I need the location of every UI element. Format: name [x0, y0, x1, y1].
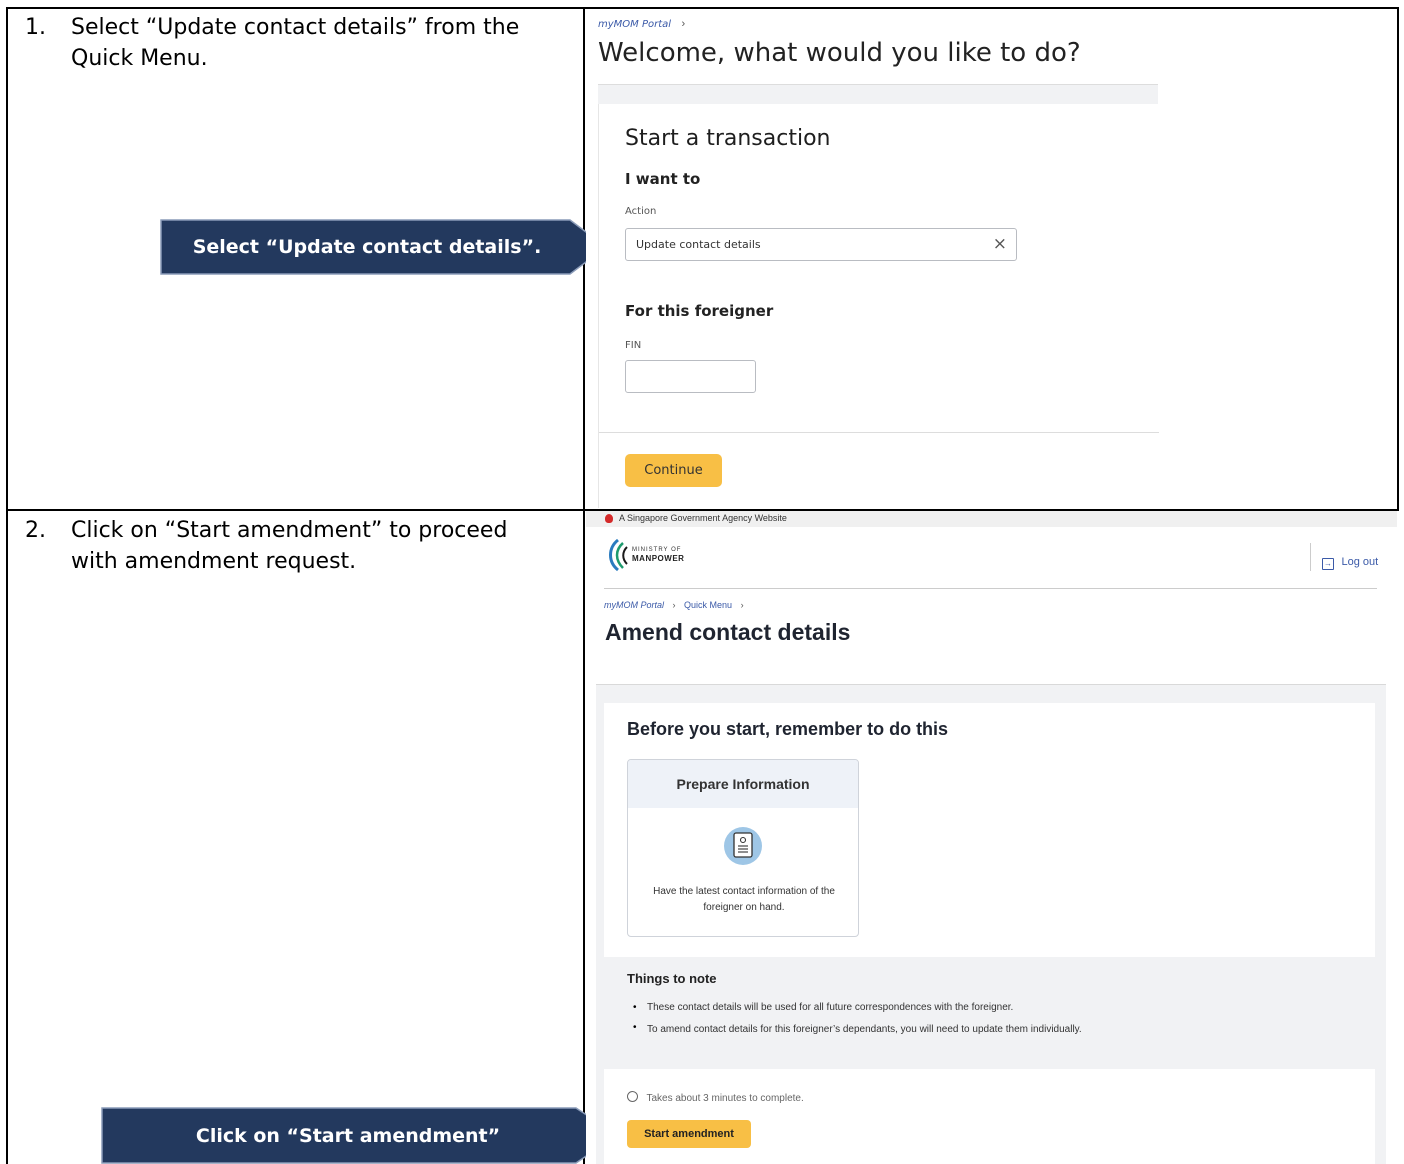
action-label: Action [625, 206, 657, 217]
callout-select-update-label: Select “Update contact details”. [192, 236, 542, 258]
panel1-divider-band [598, 84, 1158, 105]
prepare-information-text: Have the latest contact information of t… [653, 886, 835, 913]
step-1: 1. Select “Update contact details” from … [25, 12, 565, 82]
panel1-screenshot: myMOM Portal › Welcome, what would you l… [586, 10, 1396, 508]
before-you-start-heading: Before you start, remember to do this [627, 719, 949, 739]
gov-lion-icon [605, 514, 613, 523]
panel1-card: Start a transaction I want to Action Upd… [598, 104, 1159, 508]
i-want-to-label: I want to [625, 170, 701, 188]
breadcrumb-mymom[interactable]: myMOM Portal [598, 19, 671, 30]
note-text: To amend contact details for this foreig… [647, 1024, 1082, 1035]
gov-banner: A Singapore Government Agency Website [586, 511, 1397, 527]
panel2-screenshot: A Singapore Government Agency Website MI… [586, 511, 1397, 1164]
things-to-note-band [604, 957, 1375, 1069]
note-text: These contact details will be used for a… [647, 1002, 1014, 1013]
document-icon [724, 827, 762, 865]
logout-label: Log out [1341, 556, 1379, 568]
logout-link[interactable]: → Log out [1322, 552, 1378, 570]
duration-text: Takes about 3 minutes to complete. [646, 1093, 804, 1104]
panel1-breadcrumb[interactable]: myMOM Portal › [598, 14, 685, 32]
header-divider [604, 588, 1377, 589]
logout-divider [1310, 543, 1311, 571]
chevron-right-icon: › [672, 600, 676, 610]
chevron-right-icon: › [740, 600, 744, 610]
start-transaction-heading: Start a transaction [625, 126, 831, 151]
bullet-icon: • [633, 1002, 637, 1013]
breadcrumb-quick-menu[interactable]: Quick Menu [684, 600, 732, 610]
step-1-text: Select “Update contact details” from the… [71, 15, 520, 71]
step-2-number: 2. [25, 518, 46, 543]
callout-start-amendment-label: Click on “Start amendment” [195, 1124, 501, 1147]
foreigner-heading: For this foreigner [625, 302, 774, 320]
fin-input[interactable] [625, 360, 756, 393]
panel2-page-title: Amend contact details [605, 619, 851, 645]
step-2-text: Click on “Start amendment” to proceed wi… [71, 518, 508, 574]
panel2-breadcrumb: myMOM Portal › Quick Menu › [604, 600, 744, 610]
table-border-left [6, 7, 8, 1164]
clock-icon [627, 1091, 638, 1102]
continue-button[interactable]: Continue [625, 454, 722, 487]
duration-row: Takes about 3 minutes to complete. [627, 1088, 804, 1106]
step-2: 2. Click on “Start amendment” to proceed… [25, 515, 565, 585]
gov-banner-text: A Singapore Government Agency Website [619, 513, 787, 523]
table-border-divider [583, 7, 585, 1164]
logout-icon: → [1322, 558, 1334, 570]
panel1-page-title: Welcome, what would you like to do? [598, 38, 1081, 68]
table-border-top [6, 7, 1399, 9]
chevron-right-icon: › [681, 18, 686, 30]
callout-start-amendment: Click on “Start amendment” [101, 1107, 621, 1164]
logo-line1: MINISTRY OF [632, 547, 682, 553]
start-amendment-button[interactable]: Start amendment [627, 1120, 751, 1148]
action-select[interactable]: Update contact details × [625, 228, 1017, 261]
callout-select-update: Select “Update contact details”. [160, 219, 610, 275]
clear-icon[interactable]: × [993, 234, 1007, 254]
breadcrumb-mymom[interactable]: myMOM Portal [604, 600, 664, 610]
mom-logo[interactable]: MINISTRY OF MANPOWER [604, 536, 714, 576]
step-1-number: 1. [25, 15, 46, 40]
prepare-information-title: Prepare Information [628, 760, 858, 808]
things-to-note-heading: Things to note [627, 971, 717, 986]
action-select-value: Update contact details [636, 238, 761, 251]
table-border-right [1397, 7, 1399, 511]
fin-label: FIN [625, 340, 642, 351]
prepare-information-card: Prepare Information Have the latest cont… [627, 759, 859, 937]
logo-line2: MANPOWER [632, 554, 685, 563]
mom-logo-icon [609, 538, 628, 572]
bullet-icon: • [633, 1022, 637, 1033]
panel1-footer-divider [599, 432, 1159, 433]
